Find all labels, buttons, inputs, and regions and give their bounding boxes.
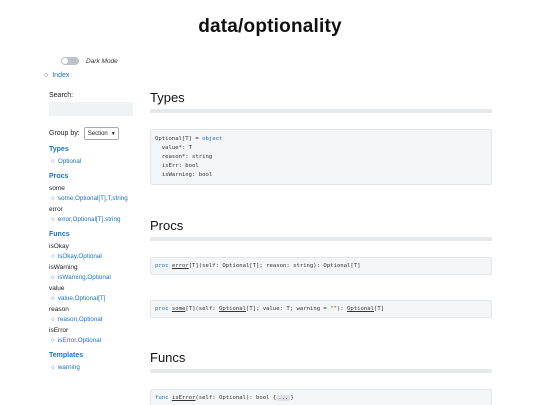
type-field: isWarning: bool	[155, 172, 213, 178]
toggle-switch[interactable]	[61, 57, 79, 65]
bullet-icon: ○	[51, 216, 55, 223]
code-keyword: proc	[155, 263, 172, 269]
type-field: isErr: bool	[155, 163, 199, 169]
dark-mode-toggle[interactable]: Dark Mode	[61, 57, 118, 65]
section-divider	[150, 237, 492, 241]
sidebar-link-label[interactable]: isOkay,Optional	[58, 253, 102, 260]
code-text: [T]; value: T; warning =	[245, 306, 331, 312]
bullet-icon: ○	[51, 274, 55, 281]
group-by-select[interactable]: Section ▼	[83, 127, 119, 140]
chevron-down-icon: ▼	[110, 130, 116, 137]
bullet-icon: ○	[51, 337, 55, 344]
index-link[interactable]: ○ Index	[44, 72, 69, 79]
sidebar-link-label[interactable]: some,Optional[T],T,string	[58, 195, 128, 202]
code-text: =	[192, 136, 203, 142]
sidebar-group-name: isWarning	[49, 264, 78, 271]
bullet-icon: ○	[51, 195, 55, 202]
sidebar-section-procs[interactable]: Procs	[49, 173, 144, 185]
bullet-icon: ○	[51, 316, 55, 323]
bullet-icon: ○	[44, 72, 49, 79]
proc-some-signature: proc some[T](self: Optional[T]; value: T…	[150, 300, 492, 318]
group-by: Group by: Section ▼	[49, 127, 119, 140]
sidebar-link[interactable]: ○ error,Optional[T],string	[49, 216, 144, 227]
proc-error-link[interactable]: error	[172, 263, 189, 269]
sidebar-link-label[interactable]: reason,Optional	[58, 316, 102, 323]
sidebar-link-label[interactable]: error,Optional[T],string	[58, 216, 121, 223]
sidebar-link[interactable]: ○ Optional	[49, 158, 144, 169]
code-text: ):	[336, 306, 348, 312]
sidebar-link[interactable]: ○ some,Optional[T],T,string	[49, 195, 144, 206]
bullet-icon: ○	[51, 364, 55, 371]
sidebar-group-name: isError	[49, 327, 69, 334]
index-link-label[interactable]: Index	[52, 72, 69, 79]
code-text: (self: Optional): bool {	[195, 395, 277, 401]
sidebar-link[interactable]: ○ reason,Optional	[49, 316, 144, 327]
sidebar-link-label[interactable]: isError,Optional	[58, 337, 101, 344]
group-by-label: Group by:	[49, 130, 80, 137]
func-iserror-signature: func isError(self: Optional): bool {...}	[150, 389, 492, 405]
code-keyword: object	[202, 136, 223, 142]
optional-type-link[interactable]: Optional	[219, 306, 246, 312]
dark-mode-label: Dark Mode	[86, 57, 118, 65]
proc-some-link[interactable]: some	[172, 306, 185, 312]
type-name: Optional[T]	[155, 136, 193, 142]
type-definition-code: Optional[T] = object value*: T reason*: …	[150, 129, 492, 185]
sidebar-section-funcs[interactable]: Funcs	[49, 231, 144, 243]
search-input[interactable]	[49, 102, 133, 116]
code-text: [T]	[373, 306, 385, 312]
sidebar-group-name: value	[49, 285, 65, 292]
page-title: data/optionality	[198, 16, 342, 37]
sidebar-section-templates[interactable]: Templates	[49, 352, 144, 364]
sidebar-nav: Types ○ Optional Procs some ○ some,Optional[T]…	[49, 146, 144, 379]
sidebar-section-types[interactable]: Types	[49, 146, 144, 158]
bullet-icon: ○	[51, 253, 55, 260]
optional-type-link[interactable]: Optional	[347, 306, 374, 312]
sidebar-link-label[interactable]: isWarning,Optional	[58, 274, 111, 281]
toggle-knob	[62, 58, 68, 64]
sidebar-link-label[interactable]: warning	[58, 364, 80, 371]
sidebar-link[interactable]: ○ isError,Optional	[49, 337, 144, 348]
sidebar-group-name: error	[49, 206, 63, 213]
expand-ellipsis[interactable]: ...	[276, 395, 291, 401]
section-divider	[150, 109, 492, 113]
group-by-value: Section	[87, 130, 108, 137]
bullet-icon: ○	[51, 295, 55, 302]
type-field: reason*: string	[155, 154, 213, 160]
sidebar-link[interactable]: ○ isOkay,Optional	[49, 253, 144, 264]
code-keyword: func	[155, 395, 172, 401]
code-text: [T](self:	[185, 306, 220, 312]
proc-error-signature: proc error[T](self: Optional[T]; reason:…	[150, 257, 492, 275]
funcs-heading: Funcs	[150, 350, 186, 365]
bullet-icon: ○	[51, 158, 55, 165]
sidebar-link-label[interactable]: value,Optional[T]	[58, 295, 106, 302]
sidebar-link[interactable]: ○ isWarning,Optional	[49, 274, 144, 285]
sidebar-link[interactable]: ○ warning	[49, 364, 144, 375]
section-divider	[150, 369, 492, 373]
code-text: }	[290, 395, 294, 401]
sidebar-group-name: isOkay	[49, 243, 69, 250]
search-label: Search:	[49, 92, 74, 99]
code-keyword: proc	[155, 306, 172, 312]
sidebar-group-name: some	[49, 185, 65, 192]
code-string: ""	[330, 306, 337, 312]
sidebar-link-label[interactable]: Optional	[58, 158, 81, 165]
types-heading: Types	[150, 90, 185, 105]
func-iserror-link[interactable]: isError	[172, 395, 196, 401]
sidebar-link[interactable]: ○ value,Optional[T]	[49, 295, 144, 306]
type-field: value*: T	[155, 145, 193, 151]
procs-heading: Procs	[150, 218, 184, 233]
code-text: [T](self: Optional[T]; reason: string): …	[188, 263, 361, 269]
sidebar-group-name: reason	[49, 306, 69, 313]
